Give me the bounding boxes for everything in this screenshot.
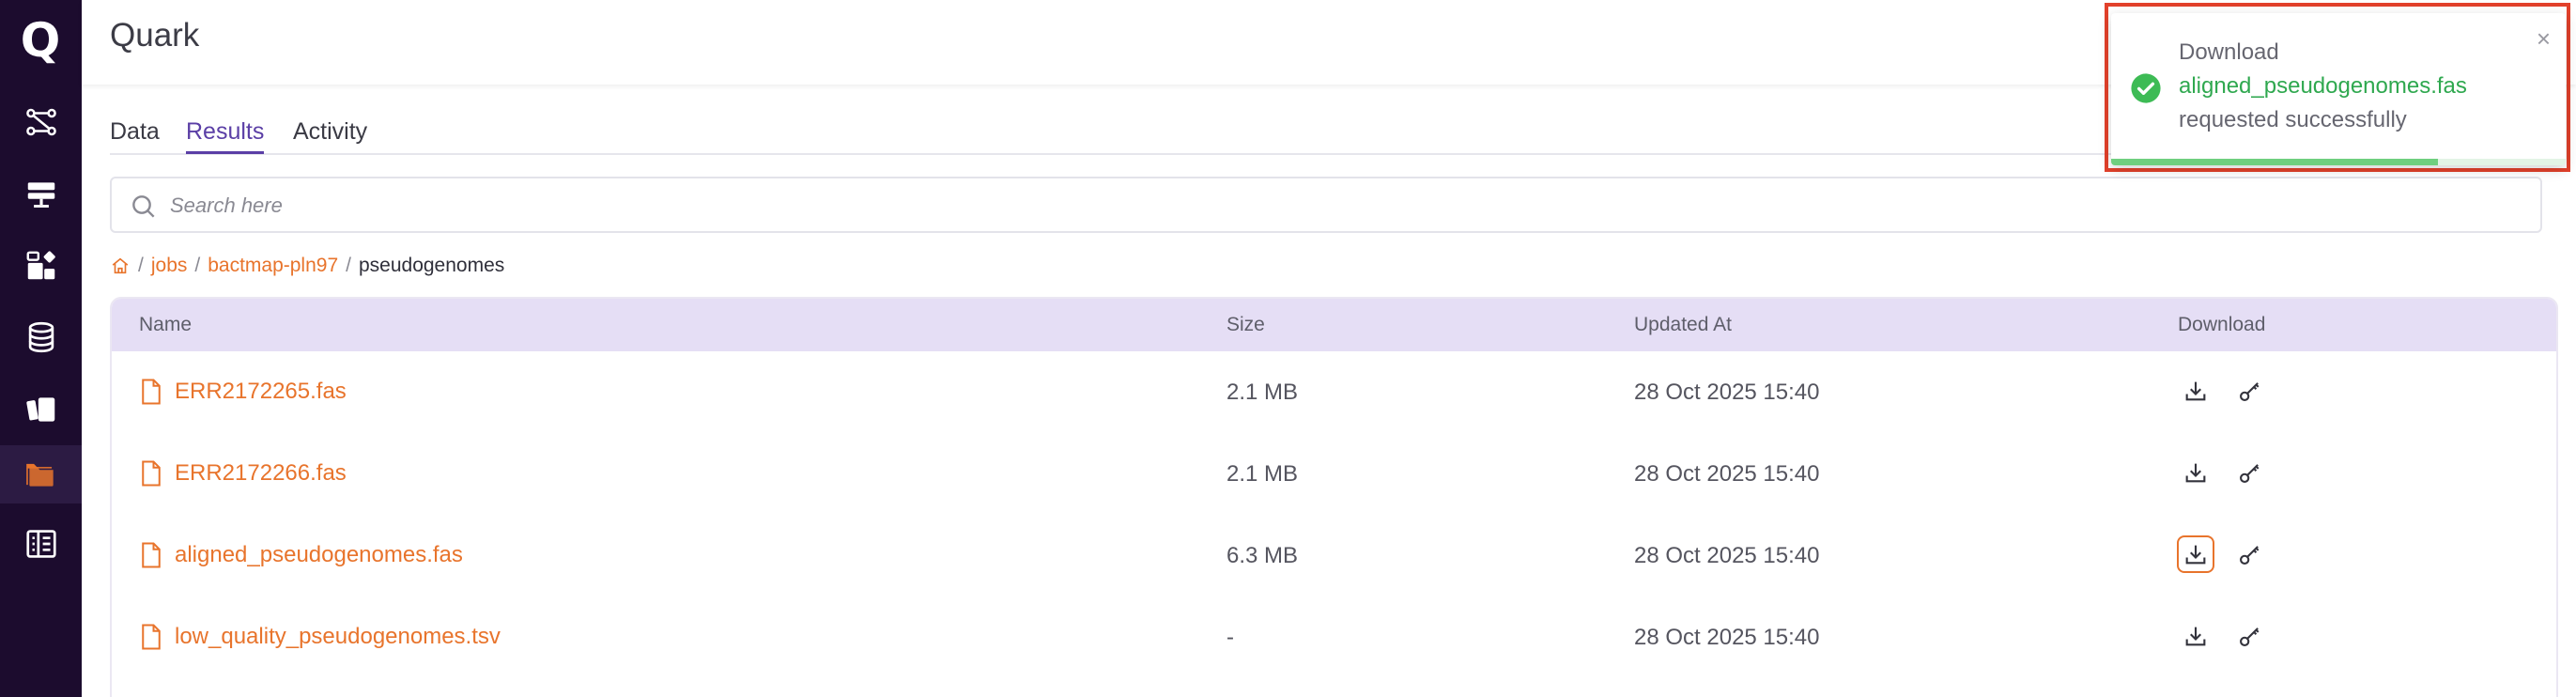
- sidebar-item-datasets[interactable]: [0, 308, 82, 366]
- file-icon: [142, 624, 161, 650]
- key-icon: [2240, 627, 2260, 646]
- server-icon: [27, 182, 54, 208]
- breadcrumb-current: pseudogenomes: [358, 255, 505, 276]
- toast-notification: Download aligned_pseudogenomes.fas reque…: [2111, 13, 2566, 165]
- table-row: aligned_pseudogenomes.fas 6.3 MB 28 Oct …: [112, 515, 2556, 596]
- column-header-download: Download: [2178, 314, 2266, 335]
- folder-icon: [25, 463, 54, 487]
- workflow-icon: [25, 108, 56, 136]
- search-box[interactable]: [110, 177, 2542, 233]
- download-icon: [2185, 381, 2206, 401]
- page-title: Quark: [110, 17, 200, 54]
- download-icon: [2185, 545, 2206, 565]
- search-input[interactable]: [170, 188, 2518, 224]
- file-icon: [142, 542, 161, 568]
- file-size: 2.1 MB: [1226, 461, 1299, 487]
- file-name-label: ERR2172266.fas: [175, 460, 347, 486]
- file-link[interactable]: ERR2172265.fas: [139, 378, 347, 406]
- sidebar-item-files[interactable]: [0, 445, 82, 503]
- apps-icon: [26, 251, 55, 280]
- key-button[interactable]: [2231, 617, 2269, 655]
- sidebar-item-reports[interactable]: [0, 515, 82, 573]
- file-name-label: aligned_pseudogenomes.fas: [175, 542, 463, 567]
- breadcrumb-link-job[interactable]: bactmap-pln97: [208, 255, 338, 277]
- breadcrumb-separator: /: [138, 255, 144, 276]
- table-row: ERR2172266.fas 2.1 MB 28 Oct 2025 15:40: [112, 433, 2556, 515]
- key-button[interactable]: [2231, 535, 2269, 573]
- file-updated-at: 28 Oct 2025 15:40: [1634, 461, 1820, 487]
- toast-progress-bar: [2111, 159, 2439, 165]
- file-icon: [142, 379, 161, 405]
- app-logo[interactable]: Q: [13, 13, 68, 68]
- file-updated-at: 28 Oct 2025 15:40: [1634, 625, 1820, 650]
- download-button[interactable]: [2177, 535, 2214, 573]
- list-panel-icon: [25, 530, 56, 558]
- download-icon: [2185, 627, 2206, 646]
- close-icon[interactable]: ×: [2537, 24, 2551, 54]
- key-icon: [2240, 382, 2260, 401]
- file-size: 2.1 MB: [1226, 379, 1299, 405]
- tab-activity[interactable]: Activity: [293, 118, 367, 151]
- key-button[interactable]: [2231, 372, 2269, 410]
- breadcrumb: / jobs / bactmap-pln97 / pseudogenomes: [110, 252, 504, 280]
- file-updated-at: 28 Oct 2025 15:40: [1634, 379, 1820, 405]
- sidebar-item-containers[interactable]: [0, 380, 82, 439]
- breadcrumb-link-jobs[interactable]: jobs: [151, 255, 188, 277]
- column-header-updated[interactable]: Updated At: [1634, 314, 1732, 336]
- file-link[interactable]: ERR2172266.fas: [139, 459, 347, 488]
- sidebar: Q: [0, 0, 82, 697]
- home-icon[interactable]: [110, 256, 131, 276]
- sidebar-item-workflows[interactable]: [0, 93, 82, 151]
- tab-data[interactable]: Data: [110, 118, 160, 151]
- file-link[interactable]: aligned_pseudogenomes.fas: [139, 541, 463, 569]
- download-icon: [2185, 463, 2206, 483]
- sidebar-item-apps[interactable]: [0, 237, 82, 295]
- breadcrumb-separator: /: [194, 255, 201, 276]
- column-header-size[interactable]: Size: [1226, 314, 1265, 336]
- cards-icon: [25, 397, 54, 422]
- toast-title: Download: [2179, 39, 2279, 65]
- results-table: Name Size Updated At Download ERR2172265…: [110, 297, 2558, 697]
- file-icon: [142, 460, 161, 487]
- download-button[interactable]: [2177, 454, 2214, 491]
- sidebar-item-compute[interactable]: [0, 165, 82, 224]
- key-icon: [2240, 546, 2260, 565]
- file-size: 6.3 MB: [1226, 543, 1299, 568]
- file-name-label: low_quality_pseudogenomes.tsv: [175, 624, 501, 649]
- toast-message: requested successfully: [2179, 107, 2407, 132]
- toast-progress-track: [2111, 159, 2566, 165]
- key-button[interactable]: [2231, 454, 2269, 491]
- table-header: Name Size Updated At Download: [112, 299, 2556, 351]
- file-size: -: [1226, 625, 1234, 650]
- tab-results[interactable]: Results: [186, 118, 265, 154]
- breadcrumb-separator: /: [346, 255, 351, 276]
- column-header-name[interactable]: Name: [139, 314, 192, 336]
- success-check-icon: [2131, 73, 2161, 103]
- table-row: ERR2172265.fas 2.1 MB 28 Oct 2025 15:40: [112, 351, 2556, 433]
- file-updated-at: 28 Oct 2025 15:40: [1634, 543, 1820, 568]
- key-icon: [2240, 464, 2260, 483]
- download-button[interactable]: [2177, 617, 2214, 655]
- file-link[interactable]: low_quality_pseudogenomes.tsv: [139, 623, 501, 651]
- file-name-label: ERR2172265.fas: [175, 379, 347, 404]
- database-icon: [28, 321, 54, 353]
- search-icon: [132, 195, 155, 218]
- toast-file-name: aligned_pseudogenomes.fas: [2179, 73, 2467, 99]
- table-row: low_quality_pseudogenomes.tsv - 28 Oct 2…: [112, 596, 2556, 678]
- download-button[interactable]: [2177, 372, 2214, 410]
